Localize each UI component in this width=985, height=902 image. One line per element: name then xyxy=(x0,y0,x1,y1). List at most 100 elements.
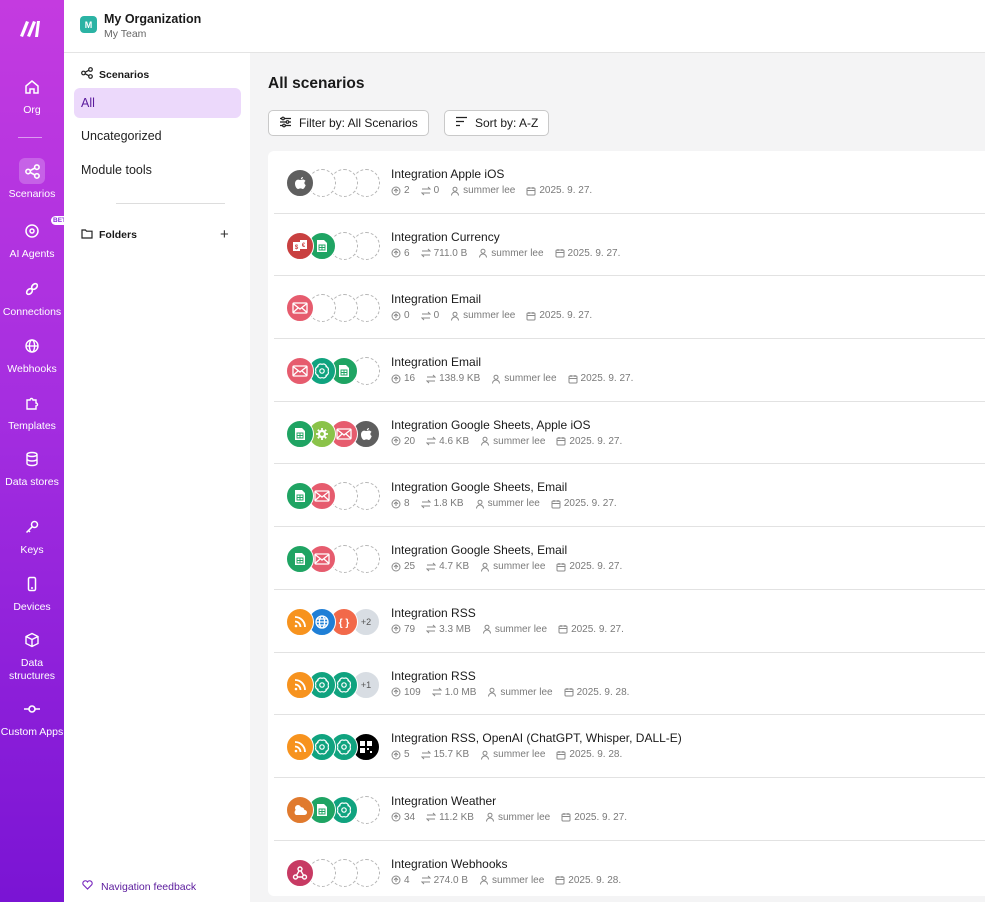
operations-icon xyxy=(391,687,401,697)
sidebar-item-all[interactable]: All xyxy=(74,88,241,118)
navigation-feedback-link[interactable]: Navigation feedback xyxy=(82,880,196,893)
folders-label: Folders xyxy=(99,229,137,241)
owner-name: summer lee xyxy=(487,498,540,510)
filter-button[interactable]: Filter by: All Scenarios xyxy=(268,110,429,136)
nav-item-data-structures[interactable]: Data structures xyxy=(0,627,64,683)
data-transfer-group: 0 xyxy=(420,310,439,321)
scenario-row[interactable]: Integration Weather 34 11.2 KB summer lee 20… xyxy=(274,778,985,841)
scenario-row[interactable]: Integration Email 0 0 summer lee 2025. 9. 27… xyxy=(274,276,985,340)
scenario-row[interactable]: Integration Google Sheets, Email 8 1.8 KB s… xyxy=(274,464,985,528)
scenario-row[interactable]: Integration Apple iOS 2 0 summer lee 2025. 9… xyxy=(274,151,985,214)
weather-module-icon xyxy=(286,795,314,824)
data-transfer-icon xyxy=(420,875,431,885)
scenario-name[interactable]: Integration Webhooks xyxy=(391,857,508,871)
team-name[interactable]: My Team xyxy=(104,28,146,40)
scenario-meta: 4 274.0 B summer lee 2025. 9. 28. xyxy=(391,875,632,886)
data-transfer: 15.7 KB xyxy=(433,749,470,761)
rail-divider xyxy=(18,137,42,138)
data-transfer-icon xyxy=(426,436,437,446)
operations-count: 5 xyxy=(404,749,410,761)
operations-icon xyxy=(391,499,401,509)
scenario-module-icons: { } +2 xyxy=(286,607,386,636)
scenario-name[interactable]: Integration Google Sheets, Apple iOS xyxy=(391,418,590,432)
owner-name-group: summer lee xyxy=(491,373,557,384)
scenario-name[interactable]: Integration Email xyxy=(391,292,481,306)
modified-date: 2025. 9. 27. xyxy=(539,310,593,322)
calendar-icon xyxy=(556,750,566,760)
owner-name-group: summer lee xyxy=(450,310,515,321)
data-transfer-group: 274.0 B xyxy=(420,875,468,886)
user-icon xyxy=(480,750,490,760)
scenario-name[interactable]: Integration RSS, OpenAI (ChatGPT, Whispe… xyxy=(391,731,682,745)
operations-count: 2 xyxy=(404,185,410,196)
page-title: All scenarios xyxy=(268,75,365,92)
scenario-meta: 2 0 summer lee 2025. 9. 27. xyxy=(391,185,603,196)
data-transfer-group: 1.8 KB xyxy=(420,498,464,509)
nav-item-templates[interactable]: Templates xyxy=(0,390,64,433)
scenario-row[interactable]: +1 Integration RSS 109 1.0 MB summer lee 2025… xyxy=(274,653,985,716)
scenario-name[interactable]: Integration Google Sheets, Email xyxy=(391,543,567,557)
owner-name-group: summer lee xyxy=(480,436,545,447)
scenario-name[interactable]: Integration RSS xyxy=(391,606,476,620)
nav-item-ai-agents[interactable]: BETA AI Agents xyxy=(0,216,73,261)
nav-item-scenarios[interactable]: Scenarios xyxy=(0,158,64,201)
scenarios-heading: Scenarios xyxy=(81,67,149,82)
scenario-row[interactable]: { } +2 Integration RSS 79 3.3 MB summer lee 20… xyxy=(274,590,985,653)
scenario-row[interactable]: Integration Google Sheets, Email 25 4.7 KB… xyxy=(274,527,985,590)
data-transfer-icon xyxy=(420,311,431,321)
scenario-meta: 79 3.3 MB summer lee 2025. 9. 27. xyxy=(391,624,635,635)
scenario-module-icons xyxy=(286,294,386,323)
user-icon xyxy=(479,875,489,885)
operations-count: 6 xyxy=(404,247,410,259)
operations-count: 8 xyxy=(404,498,410,510)
scenario-module-icons: $ € xyxy=(286,231,386,260)
make-logo[interactable] xyxy=(0,14,64,42)
operations-count: 109 xyxy=(404,686,421,698)
sidebar-item-uncategorized[interactable]: Uncategorized xyxy=(74,121,241,151)
scenario-row[interactable]: Integration Webhooks 4 274.0 B summer lee 20… xyxy=(274,841,985,896)
scenario-name[interactable]: Integration RSS xyxy=(391,669,476,683)
scenario-row[interactable]: $ € Integration Currency 6 711.0 B summer lee… xyxy=(274,214,985,277)
webhooks-module-icon xyxy=(286,858,314,887)
nav-item-custom-apps[interactable]: Custom Apps xyxy=(0,696,64,739)
owner-name-group: summer lee xyxy=(485,812,550,823)
data-transfer: 0 xyxy=(433,185,440,196)
folders-heading[interactable]: Folders xyxy=(81,228,137,242)
sort-label: Sort by: A-Z xyxy=(475,116,539,130)
sort-button[interactable]: Sort by: A-Z xyxy=(444,110,550,136)
apple-module-icon xyxy=(286,169,314,197)
data-transfer-icon xyxy=(426,812,437,822)
owner-name: summer lee xyxy=(500,686,553,698)
nav-item-keys[interactable]: Keys xyxy=(0,514,64,557)
add-folder-button[interactable]: + xyxy=(220,227,229,242)
org-avatar[interactable]: M xyxy=(80,16,97,33)
scenario-name[interactable]: Integration Weather xyxy=(391,794,496,808)
nav-item-org[interactable]: Org xyxy=(0,74,64,117)
data-transfer-icon xyxy=(420,750,431,760)
sidebar-item-module-tools[interactable]: Module tools xyxy=(74,155,241,185)
scenario-row[interactable]: Integration Google Sheets, Apple iOS 20 4.… xyxy=(274,402,985,465)
nav-item-devices[interactable]: Devices xyxy=(0,571,64,614)
data-transfer-group: 15.7 KB xyxy=(420,749,470,761)
user-icon xyxy=(450,311,460,321)
scenario-meta: 109 1.0 MB summer lee 2025. 9. 28. xyxy=(391,687,640,698)
scenario-row[interactable]: Integration Email 16 138.9 KB summer lee 202… xyxy=(274,339,985,402)
nav-item-data-stores[interactable]: Data stores xyxy=(0,446,64,489)
scenario-row[interactable]: Integration RSS, OpenAI (ChatGPT, Whispe… xyxy=(274,715,985,778)
operations-count-group: 34 xyxy=(391,812,415,823)
nav-item-label: Connections xyxy=(2,306,62,318)
scenario-name[interactable]: Integration Currency xyxy=(391,230,500,244)
org-header: M My Organization My Team xyxy=(64,0,985,53)
operations-count: 0 xyxy=(404,310,410,322)
operations-count-group: 79 xyxy=(391,624,415,635)
operations-count: 34 xyxy=(404,811,416,823)
nav-item-webhooks[interactable]: Webhooks xyxy=(0,333,64,376)
email-module-icon xyxy=(286,357,314,386)
scenario-name[interactable]: Integration Google Sheets, Email xyxy=(391,480,567,494)
nav-item-connections[interactable]: Connections xyxy=(0,276,64,319)
scenario-name[interactable]: Integration Apple iOS xyxy=(391,167,504,181)
scenario-name[interactable]: Integration Email xyxy=(391,355,481,369)
scenario-module-icons xyxy=(286,357,386,386)
org-name[interactable]: My Organization xyxy=(104,12,201,26)
calendar-icon xyxy=(561,812,571,822)
